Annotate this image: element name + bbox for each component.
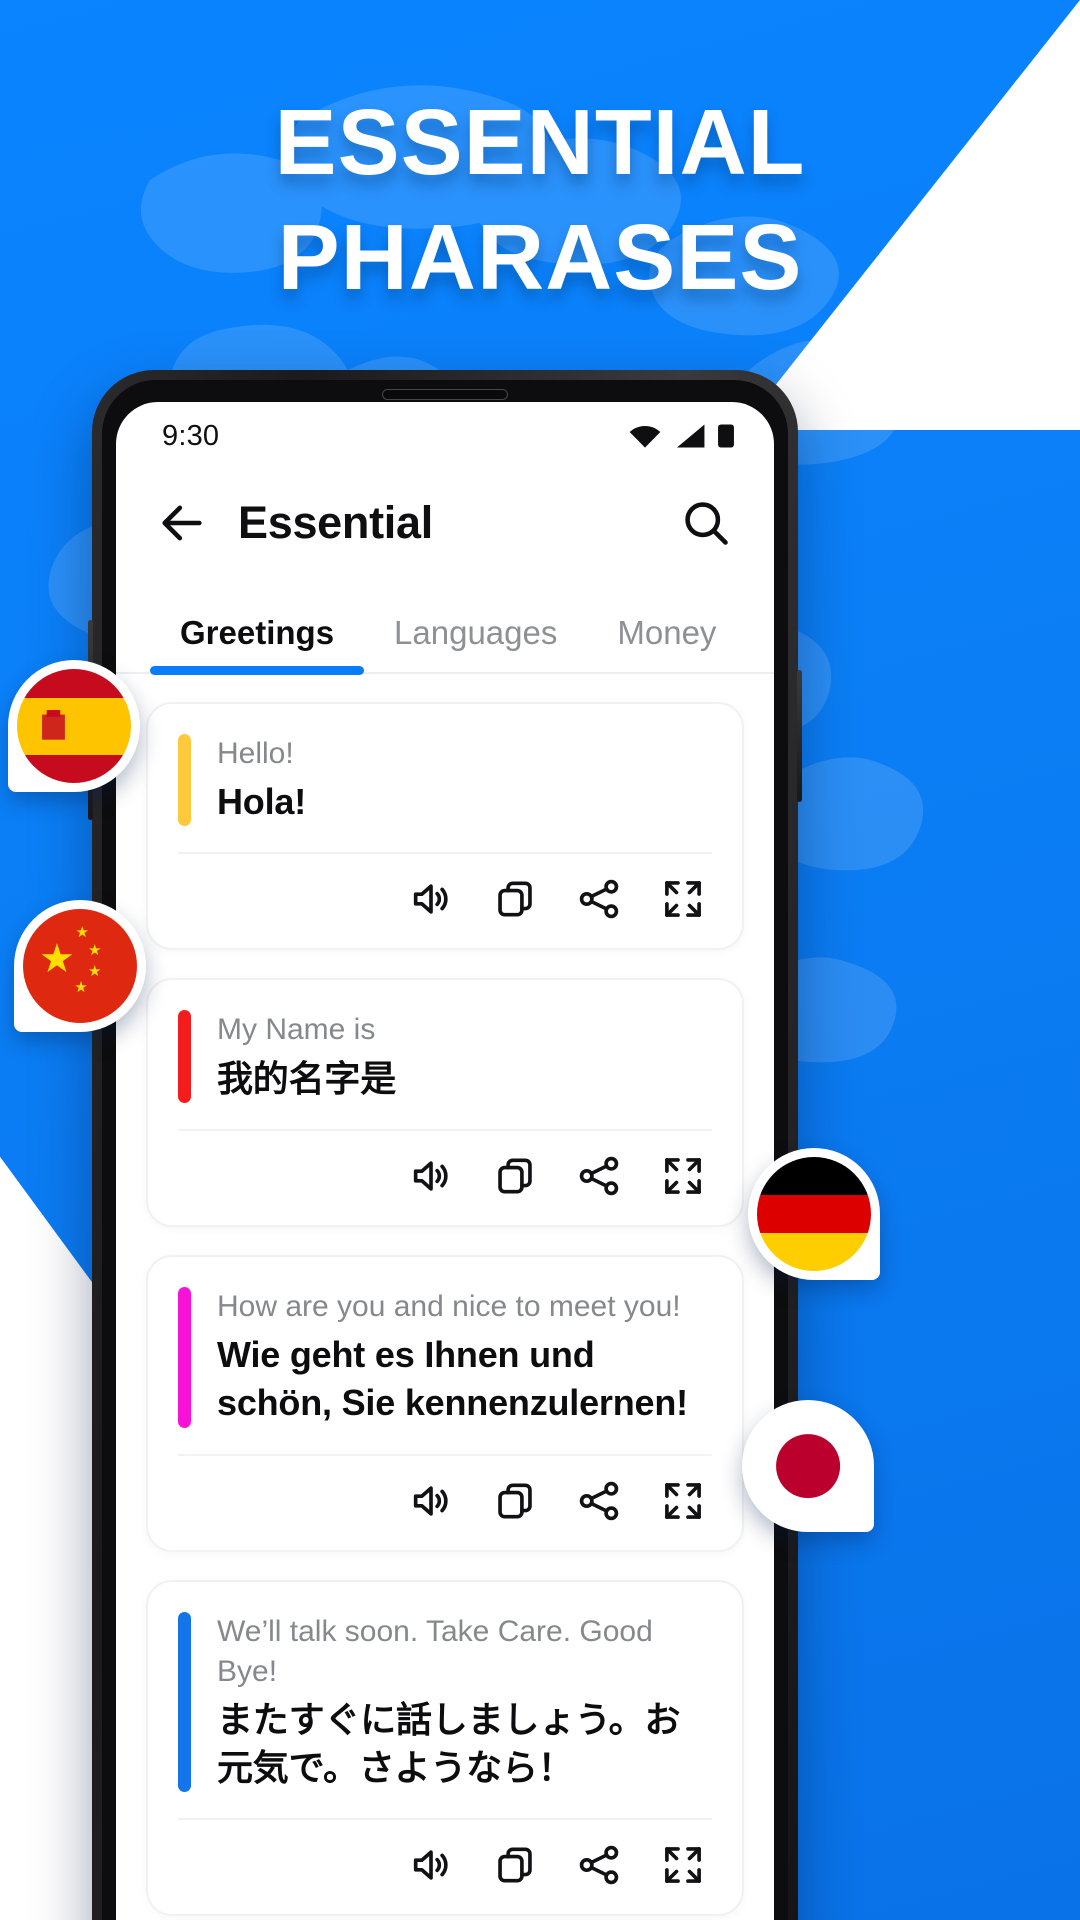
phrase-translation-text: Hola! bbox=[217, 781, 307, 823]
wifi-icon bbox=[629, 425, 661, 448]
phrase-card[interactable]: Hello! Hola! bbox=[146, 702, 744, 951]
copy-icon[interactable] bbox=[492, 1842, 538, 1888]
card-action-row bbox=[178, 1131, 712, 1209]
card-action-row bbox=[178, 854, 712, 932]
copy-icon[interactable] bbox=[492, 876, 538, 922]
phone-bezel: 9:30 Essential Greetings Languages Money… bbox=[102, 380, 788, 1920]
page-title: Essential bbox=[238, 497, 433, 548]
phrase-card-body: Hello! Hola! bbox=[178, 734, 712, 827]
headline-line-1: ESSENTIAL bbox=[274, 90, 806, 194]
japan-flag-badge[interactable] bbox=[742, 1400, 874, 1532]
accent-bar bbox=[178, 1286, 191, 1428]
phrase-card-body: We’ll talk soon. Take Care. Good Bye! また… bbox=[178, 1611, 712, 1793]
phrase-translation-text: またすぐに話しましょう。お元気で。さようなら！ bbox=[217, 1698, 681, 1789]
phrase-card[interactable]: We’ll talk soon. Take Care. Good Bye! また… bbox=[146, 1579, 744, 1917]
share-icon[interactable] bbox=[576, 1842, 622, 1888]
china-flag-badge[interactable]: ★ ★ ★ ★ ★ bbox=[14, 900, 146, 1032]
accent-bar bbox=[178, 734, 191, 827]
expand-icon[interactable] bbox=[660, 1478, 706, 1524]
status-bar-clock: 9:30 bbox=[162, 419, 220, 452]
phrase-card-body: My Name is 我的名字是 bbox=[178, 1010, 712, 1103]
spain-flag-badge[interactable] bbox=[8, 660, 140, 792]
phrase-source-text: Hello! bbox=[217, 737, 294, 770]
copy-icon[interactable] bbox=[492, 1153, 538, 1199]
cellular-signal-icon bbox=[677, 424, 705, 448]
power-button[interactable] bbox=[797, 670, 802, 802]
phrase-source-text: My Name is bbox=[217, 1013, 376, 1047]
phrase-card-body: How are you and nice to meet you! Wie ge… bbox=[178, 1286, 712, 1428]
japan-flag-icon bbox=[751, 1409, 865, 1523]
phrase-card[interactable]: My Name is 我的名字是 bbox=[146, 978, 744, 1227]
speaker-icon[interactable] bbox=[408, 1842, 454, 1888]
promo-headline: ESSENTIAL PHARASES bbox=[0, 96, 1080, 304]
share-icon[interactable] bbox=[576, 1478, 622, 1524]
expand-icon[interactable] bbox=[660, 1153, 706, 1199]
status-bar: 9:30 bbox=[116, 402, 774, 464]
back-arrow-icon[interactable] bbox=[156, 497, 208, 549]
phrase-card[interactable]: How are you and nice to meet you! Wie ge… bbox=[146, 1254, 744, 1552]
status-bar-icons bbox=[628, 423, 734, 449]
germany-flag-icon bbox=[757, 1157, 871, 1271]
copy-icon[interactable] bbox=[492, 1478, 538, 1524]
phrase-source-text: How are you and nice to meet you! bbox=[217, 1289, 681, 1323]
speaker-icon[interactable] bbox=[408, 1153, 454, 1199]
accent-bar bbox=[178, 1611, 191, 1793]
earpiece-speaker bbox=[382, 389, 508, 400]
headline-line-2: PHARASES bbox=[277, 205, 803, 309]
phone-mockup: 9:30 Essential Greetings Languages Money… bbox=[88, 370, 802, 1920]
phrase-translation-text: 我的名字是 bbox=[217, 1057, 397, 1099]
tab-languages[interactable]: Languages bbox=[364, 614, 587, 672]
accent-bar bbox=[178, 1010, 191, 1103]
tab-greetings[interactable]: Greetings bbox=[150, 614, 365, 675]
expand-icon[interactable] bbox=[660, 876, 706, 922]
battery-icon bbox=[718, 424, 734, 448]
speaker-icon[interactable] bbox=[408, 1478, 454, 1524]
category-tabs: Greetings Languages Money Basic Dire bbox=[116, 582, 774, 675]
phone-screen: 9:30 Essential Greetings Languages Money… bbox=[116, 402, 774, 1920]
phrase-list: Hello! Hola! My Name is 我的名字是 How are yo… bbox=[116, 674, 774, 1917]
speaker-icon[interactable] bbox=[408, 876, 454, 922]
search-icon[interactable] bbox=[680, 497, 732, 549]
tab-basic[interactable]: Basic bbox=[746, 614, 774, 672]
phrase-source-text: We’ll talk soon. Take Care. Good Bye! bbox=[217, 1614, 653, 1688]
card-action-row bbox=[178, 1456, 712, 1534]
app-bar: Essential bbox=[116, 464, 774, 582]
spain-flag-icon bbox=[17, 669, 131, 783]
share-icon[interactable] bbox=[576, 876, 622, 922]
expand-icon[interactable] bbox=[660, 1842, 706, 1888]
share-icon[interactable] bbox=[576, 1153, 622, 1199]
phrase-translation-text: Wie geht es Ihnen und schön, Sie kennenz… bbox=[217, 1334, 688, 1424]
germany-flag-badge[interactable] bbox=[748, 1148, 880, 1280]
china-flag-icon: ★ ★ ★ ★ ★ bbox=[23, 909, 137, 1023]
card-action-row bbox=[178, 1820, 712, 1898]
tab-money[interactable]: Money bbox=[587, 614, 746, 672]
